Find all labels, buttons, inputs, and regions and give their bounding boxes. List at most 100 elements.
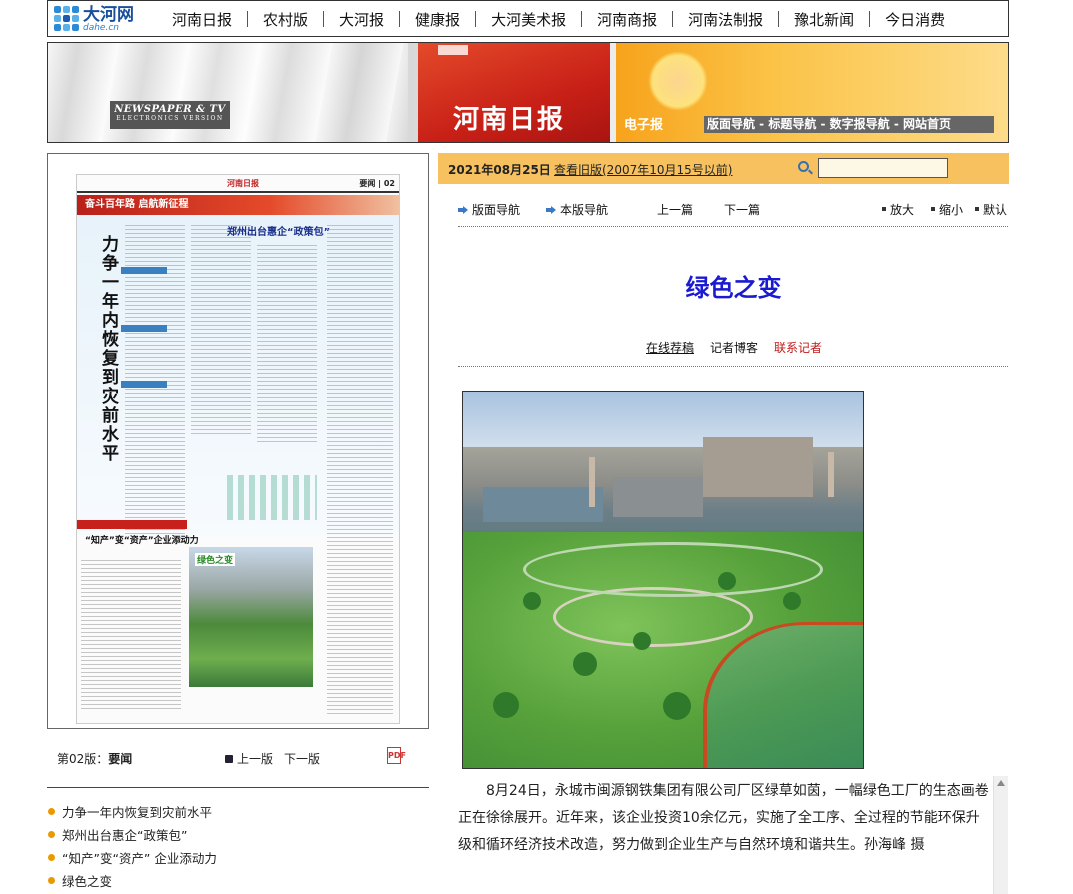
meta-divider bbox=[458, 366, 1008, 367]
photo-tree bbox=[633, 632, 651, 650]
banner-nav-links[interactable]: 版面导航 - 标题导航 - 数字报导航 - 网站首页 bbox=[704, 116, 994, 133]
banner-epaper-label: 电子报 bbox=[624, 118, 664, 133]
list-item[interactable]: 郑州出台惠企“政策包” bbox=[47, 823, 429, 846]
nav-link-health[interactable]: 健康报 bbox=[415, 9, 460, 30]
thumb-masthead: 河南日报 bbox=[227, 179, 259, 188]
banner-title: 河南日报 bbox=[453, 105, 566, 135]
top-nav-bar: 大河网 dahe.cn 河南日报 农村版 大河报 健康报 大河美术报 河南商报 … bbox=[47, 0, 1009, 37]
arrow-right-icon bbox=[546, 206, 556, 214]
body-scrollbar[interactable] bbox=[993, 776, 1008, 894]
headline-text: “知产”变“资产” 企业添动力 bbox=[62, 851, 217, 866]
page-nav-link[interactable]: 本版导航 bbox=[546, 201, 608, 218]
prev-arrow-icon bbox=[225, 755, 233, 763]
bullet-icon bbox=[48, 877, 55, 884]
nav-link-yubei[interactable]: 豫北新闻 bbox=[794, 9, 854, 30]
logo-icon bbox=[54, 6, 80, 32]
photo-chimney bbox=[589, 457, 595, 507]
thumb-photo: 绿色之变 bbox=[189, 547, 313, 687]
nav-link-henan-daily[interactable]: 河南日报 bbox=[172, 9, 232, 30]
search-input[interactable] bbox=[818, 158, 948, 178]
banner-flower-icon bbox=[648, 51, 708, 111]
zoom-in-label: 放大 bbox=[890, 203, 915, 217]
thumb-sub-headline: 郑州出台惠企“政策包” bbox=[227, 227, 331, 238]
scroll-up-icon[interactable] bbox=[997, 780, 1005, 786]
nav-link-consumer[interactable]: 今日消费 bbox=[885, 9, 945, 30]
nav-separator bbox=[672, 11, 674, 27]
thumb-lead-title: 力争一年内恢复到灾前水平 bbox=[98, 235, 118, 463]
nav-separator bbox=[581, 11, 583, 27]
layout-nav-link[interactable]: 版面导航 bbox=[458, 201, 520, 218]
photo-tree bbox=[573, 652, 597, 676]
nav-separator bbox=[778, 11, 780, 27]
page-label-prefix: 第02版： bbox=[57, 752, 109, 766]
list-item[interactable]: 绿色之变 bbox=[47, 869, 429, 892]
article-photo bbox=[462, 391, 864, 769]
photo-tree bbox=[523, 592, 541, 610]
headline-text: 郑州出台惠企“政策包” bbox=[62, 828, 188, 843]
list-item[interactable]: “知产”变“资产” 企业添动力 bbox=[47, 846, 429, 869]
page-thumbnail[interactable]: 河南日报 要闻 | 02 奋斗百年路 启航新征程 力争一年内恢复到灾前水平 郑州… bbox=[76, 174, 400, 724]
nav-separator bbox=[323, 11, 325, 27]
page-caption-row: 第02版：要闻 上一版 下一版 PDF bbox=[47, 747, 429, 768]
banner-en-line2: ELECTRONICS VERSION bbox=[116, 115, 224, 122]
contact-reporter-link[interactable]: 联系记者 bbox=[774, 339, 822, 356]
photo-tree bbox=[718, 572, 736, 590]
nav-link-legal[interactable]: 河南法制报 bbox=[688, 9, 763, 30]
photo-tree bbox=[663, 692, 691, 720]
recommend-link[interactable]: 在线荐稿 bbox=[646, 339, 694, 356]
thumb-section-tag bbox=[121, 325, 167, 332]
zoom-out-button[interactable]: 缩小 bbox=[931, 201, 963, 218]
thumb-section-tag bbox=[121, 267, 167, 274]
page-label: 第02版：要闻 bbox=[57, 750, 132, 767]
thumb-text-column bbox=[81, 560, 181, 710]
layout-nav-label: 版面导航 bbox=[472, 203, 521, 217]
default-size-button[interactable]: 默认 bbox=[975, 201, 1007, 218]
square-icon bbox=[975, 207, 979, 211]
article-body: 8月24日，永城市闽源钢铁集团有限公司厂区绿草如茵，一幅绿色工厂的生态画卷正在徐… bbox=[458, 783, 989, 853]
logo-cn: 大河网 bbox=[83, 4, 134, 25]
photo-path bbox=[523, 542, 823, 597]
next-page-link[interactable]: 下一版 bbox=[284, 750, 320, 767]
nav-link-art[interactable]: 大河美术报 bbox=[491, 9, 566, 30]
prev-page-label: 上一版 bbox=[237, 752, 274, 766]
nav-link-rural[interactable]: 农村版 bbox=[263, 9, 308, 30]
next-article-link[interactable]: 下一篇 bbox=[724, 201, 760, 218]
left-divider bbox=[47, 787, 429, 788]
reporter-blog-link[interactable]: 记者博客 bbox=[710, 339, 758, 356]
thumb-sub-headline-2: “知产”变“资产”企业添动力 bbox=[85, 536, 199, 546]
issue-date: 2021年08月25日 bbox=[448, 163, 551, 177]
thumb-page-number: 要闻 | 02 bbox=[359, 179, 395, 188]
old-version-link[interactable]: 查看旧版(2007年10月15号以前) bbox=[554, 161, 732, 178]
prev-article-link[interactable]: 上一篇 bbox=[657, 201, 693, 218]
pdf-icon[interactable]: PDF bbox=[387, 747, 406, 764]
nav-link-business[interactable]: 河南商报 bbox=[597, 9, 657, 30]
header-banner: NEWSPAPER & TV ELECTRONICS VERSION 河南日报 … bbox=[47, 42, 1009, 143]
nav-separator bbox=[247, 11, 249, 27]
thumb-header: 河南日报 要闻 | 02 bbox=[77, 175, 399, 193]
bullet-icon bbox=[48, 808, 55, 815]
article-title: 绿色之变 bbox=[685, 274, 782, 302]
thumb-section-tag bbox=[121, 381, 167, 388]
headline-text: 力争一年内恢复到灾前水平 bbox=[62, 805, 213, 820]
photo-building bbox=[483, 487, 603, 522]
nav-link-dahe[interactable]: 大河报 bbox=[339, 9, 384, 30]
zoom-in-button[interactable]: 放大 bbox=[882, 201, 914, 218]
nav-links: 河南日报 农村版 大河报 健康报 大河美术报 河南商报 河南法制报 豫北新闻 今… bbox=[172, 1, 945, 37]
plus-icon bbox=[882, 207, 886, 211]
photo-building bbox=[703, 437, 813, 497]
prev-page-link[interactable]: 上一版 bbox=[225, 750, 273, 767]
thumb-text-column bbox=[257, 245, 317, 445]
photo-tree bbox=[493, 692, 519, 718]
thumb-red-band: 奋斗百年路 启航新征程 bbox=[77, 195, 399, 215]
photo-chimney bbox=[828, 452, 834, 497]
minus-icon bbox=[931, 207, 935, 211]
date-search-bar: 2021年08月25日 查看旧版(2007年10月15号以前) bbox=[438, 153, 1009, 184]
nav-separator bbox=[869, 11, 871, 27]
site-logo[interactable]: 大河网 dahe.cn bbox=[54, 5, 134, 33]
logo-en: dahe.cn bbox=[83, 22, 119, 33]
search-icon[interactable] bbox=[798, 161, 809, 172]
banner-en-label: NEWSPAPER & TV ELECTRONICS VERSION bbox=[110, 101, 230, 129]
headline-text: 绿色之变 bbox=[62, 874, 113, 889]
zoom-out-label: 缩小 bbox=[939, 203, 964, 217]
list-item[interactable]: 力争一年内恢复到灾前水平 bbox=[47, 800, 429, 823]
